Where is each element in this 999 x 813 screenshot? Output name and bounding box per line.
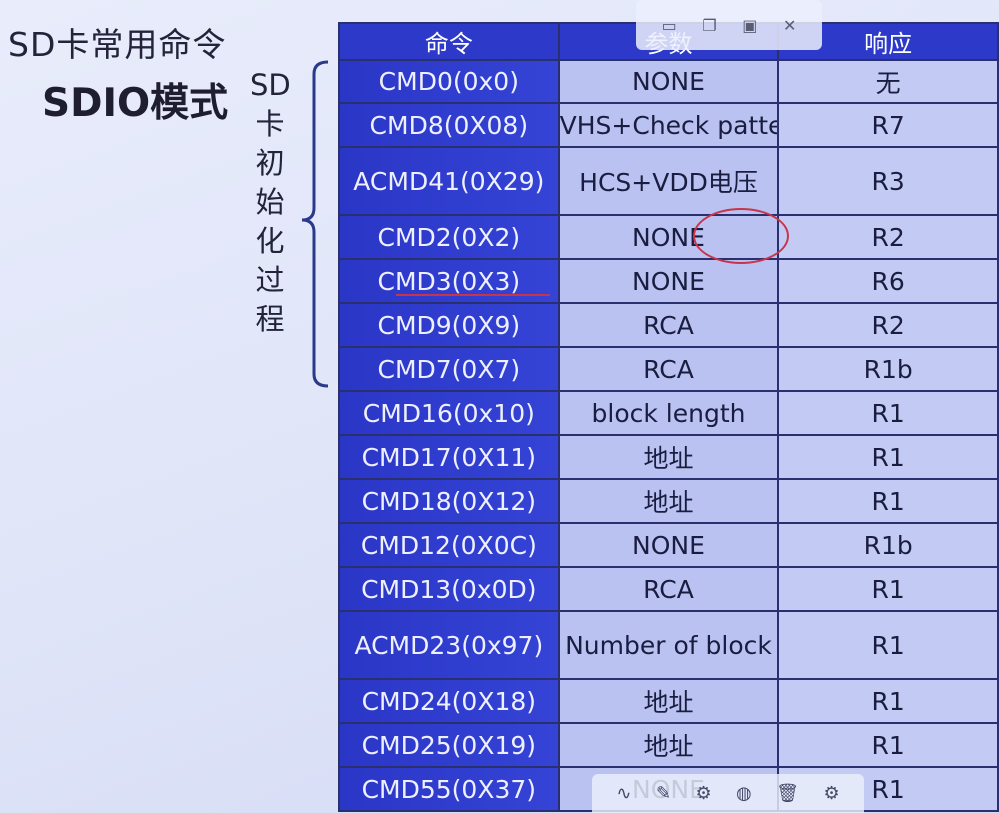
minimize-icon[interactable]: ▭ (662, 16, 677, 35)
window-controls: ▭ ❐ ▣ ✕ (636, 0, 822, 50)
cell-command: CMD24(0X18) (338, 678, 560, 724)
annotation-underline (396, 294, 550, 296)
cell-params: 地址 (557, 434, 780, 480)
header-command: 命令 (338, 22, 560, 61)
cell-params: 地址 (557, 722, 780, 768)
cell-params: HCS+VDD电压 (557, 146, 780, 216)
cell-params: 地址 (557, 678, 780, 724)
table-row: CMD8(0X08)VHS+Check patternR7 (338, 102, 999, 148)
cell-params: VHS+Check pattern (557, 102, 780, 148)
cell-params: RCA (557, 346, 780, 392)
annotation-toolbar: ∿ ✎ ⚙ ◍ 🗑 ⚙ (592, 774, 864, 813)
cell-response: R6 (777, 258, 999, 304)
cell-response: 无 (777, 59, 999, 104)
cell-command: CMD3(0X3) (338, 258, 560, 304)
brush-settings-icon[interactable]: ✎ (656, 783, 671, 804)
cell-command: ACMD23(0x97) (338, 610, 560, 680)
cell-params: Number of block (557, 610, 780, 680)
cell-response: R1 (777, 566, 999, 612)
cell-params: NONE (557, 59, 780, 104)
cell-command: CMD17(0X11) (338, 434, 560, 480)
cell-response: R1 (777, 434, 999, 480)
cell-response: R7 (777, 102, 999, 148)
cell-params: NONE (557, 258, 780, 304)
cell-response: R2 (777, 214, 999, 260)
color-wheel-icon[interactable]: ◍ (736, 783, 752, 804)
cell-params: RCA (557, 566, 780, 612)
cell-response: R1 (777, 678, 999, 724)
cell-response: R2 (777, 302, 999, 348)
cell-response: R1 (777, 610, 999, 680)
command-table: 命令 参数 响应 CMD0(0x0)NONE无CMD8(0X08)VHS+Che… (338, 22, 999, 812)
cell-command: CMD16(0x10) (338, 390, 560, 436)
table-row: ACMD41(0X29) HCS+VDD电压 R3 (338, 146, 999, 216)
cell-command: CMD18(0X12) (338, 478, 560, 524)
table-row: CMD2(0X2) NONE R2 (338, 214, 999, 260)
cell-command: CMD13(0x0D) (338, 566, 560, 612)
table-row: CMD25(0X19) 地址 R1 (338, 722, 999, 768)
cell-command: CMD55(0X37) (338, 766, 560, 812)
table-row: CMD7(0X7) RCA R1b (338, 346, 999, 392)
annotation-circle (693, 208, 789, 264)
table-row: CMD18(0X12) 地址 R1 (338, 478, 999, 524)
cell-response: R1b (777, 522, 999, 568)
table-row: CMD12(0X0C) NONE R1b (338, 522, 999, 568)
cell-params: RCA (557, 302, 780, 348)
cell-params: 地址 (557, 478, 780, 524)
cell-command: CMD0(0x0) (338, 59, 560, 104)
restore-icon[interactable]: ❐ (702, 16, 716, 35)
cell-command: CMD25(0X19) (338, 722, 560, 768)
bracket-icon (301, 60, 329, 388)
cell-response: R3 (777, 146, 999, 216)
cell-response: R1 (777, 390, 999, 436)
table-row: CMD13(0x0D) RCA R1 (338, 566, 999, 612)
table-row: CMD16(0x10) block length R1 (338, 390, 999, 436)
cell-command: CMD2(0X2) (338, 214, 560, 260)
table-row: CMD24(0X18) 地址 R1 (338, 678, 999, 724)
eraser-settings-icon[interactable]: ⚙ (695, 783, 711, 804)
table-row: CMD9(0X9) RCA R2 (338, 302, 999, 348)
cell-params: NONE (557, 522, 780, 568)
trash-icon[interactable]: 🗑 (776, 783, 799, 804)
cell-command: CMD7(0X7) (338, 346, 560, 392)
cell-response: R1 (777, 722, 999, 768)
table-row: CMD3(0X3) NONE R6 (338, 258, 999, 304)
table-row: CMD0(0x0) NONE 无 (338, 59, 999, 104)
page-subtitle: SDIO模式 (42, 81, 229, 126)
table-row: CMD17(0X11) 地址 R1 (338, 434, 999, 480)
close-icon[interactable]: ✕ (783, 16, 796, 35)
page-title: SD卡常用命令 (8, 25, 227, 64)
settings-icon[interactable]: ⚙ (823, 783, 839, 804)
cell-params: block length (557, 390, 780, 436)
cell-response: R1 (777, 478, 999, 524)
cell-command: CMD12(0X0C) (338, 522, 560, 568)
save-icon[interactable]: ▣ (742, 16, 757, 35)
cell-command: CMD8(0X08) (338, 102, 560, 148)
cell-response: R1b (777, 346, 999, 392)
pen-icon[interactable]: ∿ (616, 783, 631, 804)
cell-command: CMD9(0X9) (338, 302, 560, 348)
table-row: ACMD23(0x97) Number of block R1 (338, 610, 999, 680)
cell-command: ACMD41(0X29) (338, 146, 560, 216)
